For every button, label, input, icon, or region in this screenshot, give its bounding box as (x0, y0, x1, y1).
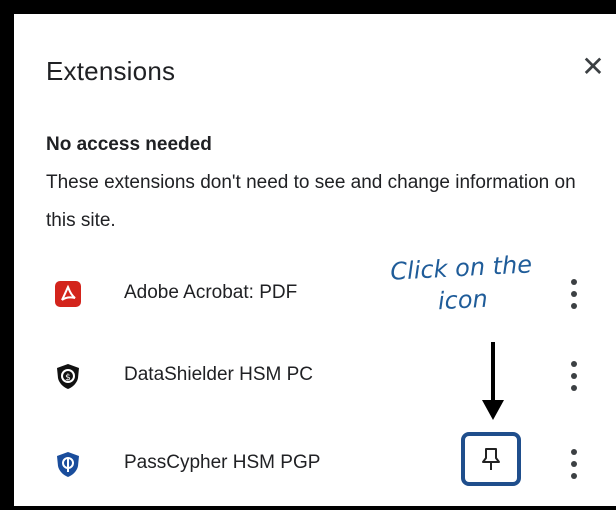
extension-name: PassCypher HSM PGP (124, 452, 321, 473)
extension-row-passcypher[interactable]: PassCypher HSM PGP (40, 438, 616, 494)
extension-name: DataShielder HSM PC (124, 364, 314, 385)
close-icon[interactable]: ✕ (578, 52, 608, 82)
pin-button[interactable] (461, 432, 521, 486)
pin-icon (482, 448, 500, 470)
more-options-icon[interactable] (562, 444, 586, 484)
more-options-icon[interactable] (562, 274, 586, 314)
section-description: These extensions don't need to see and c… (46, 172, 576, 231)
svg-text:$: $ (65, 373, 71, 383)
adobe-acrobat-icon (55, 281, 81, 307)
more-options-icon[interactable] (562, 356, 586, 396)
panel-title: Extensions (46, 56, 176, 86)
section-title: No access needed (46, 134, 212, 155)
annotation-arrow-icon (482, 342, 504, 420)
datashielder-shield-icon: $ (57, 364, 79, 389)
extension-row-datashielder[interactable]: $ DataShielder HSM PC (40, 350, 616, 406)
passcypher-shield-icon (57, 452, 79, 477)
annotation-text: Click on the icon (360, 247, 563, 321)
extension-name: Adobe Acrobat: PDF (124, 282, 298, 303)
